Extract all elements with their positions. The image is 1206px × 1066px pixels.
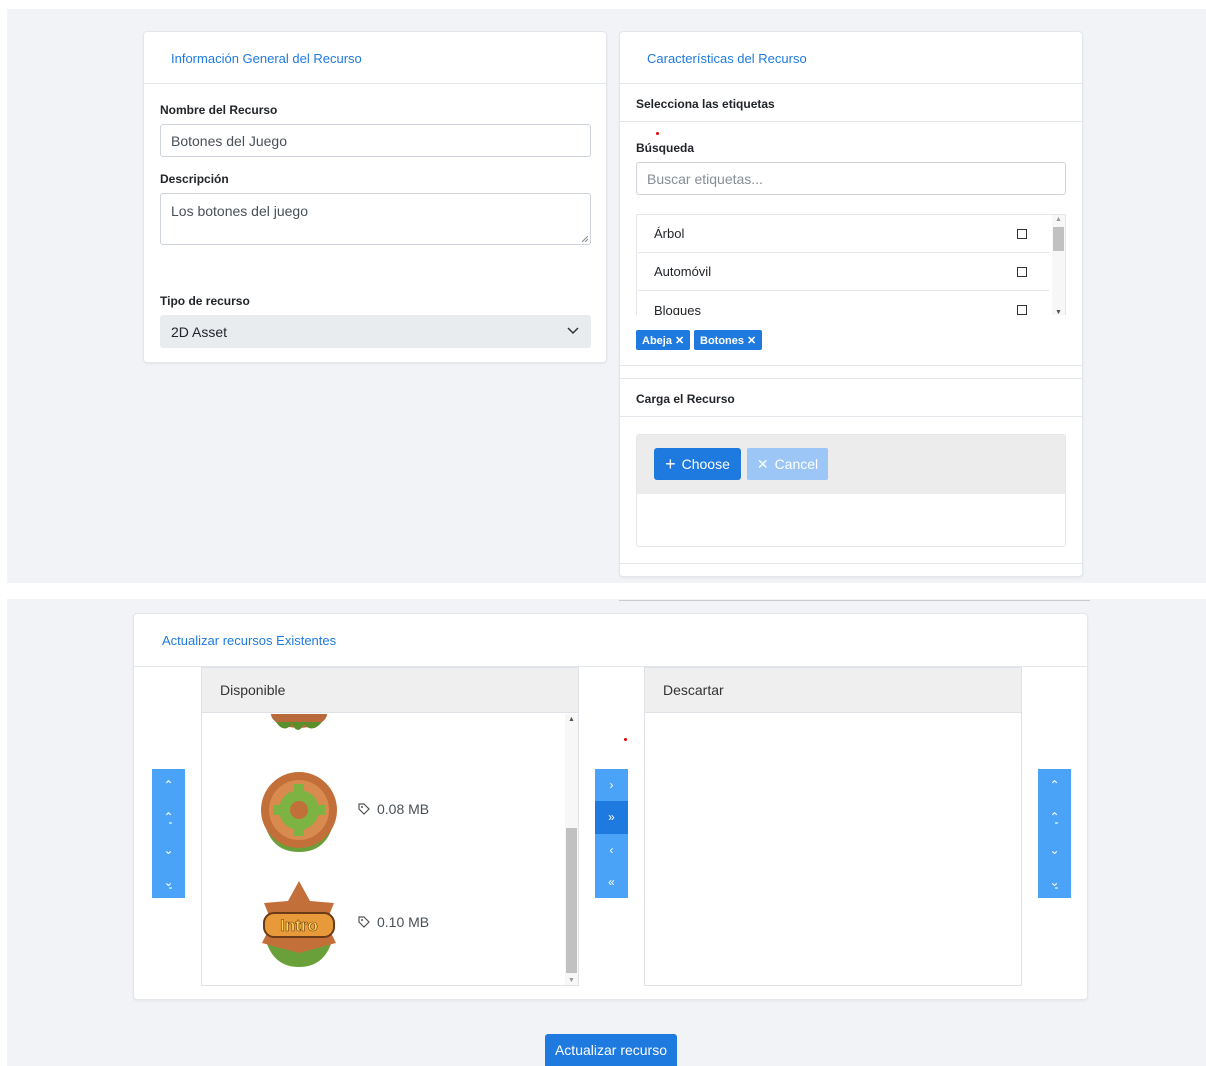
move-down-icon[interactable]: ⌄ — [152, 834, 185, 866]
scroll-up-icon[interactable]: ▲ — [568, 716, 575, 723]
scroll-thumb[interactable] — [566, 828, 577, 973]
scroll-down-icon[interactable]: ▼ — [1055, 309, 1062, 315]
move-bottom-icon[interactable]: ⌄̥ — [152, 866, 185, 898]
target-reorder-controls: ⌃ ⌃̥ ⌄ ⌄̥ — [1038, 769, 1071, 898]
tag-checkbox[interactable] — [1017, 305, 1027, 315]
transfer-controls: › » ‹ « — [595, 769, 628, 898]
divider — [144, 83, 606, 84]
item-size: 0.08 MB — [357, 801, 429, 817]
resize-handle-icon[interactable] — [582, 236, 588, 242]
update-card: Actualizar recursos Existentes ⌃ ⌃̥ ⌄ ⌄̥… — [133, 613, 1088, 1000]
tag-option-label: Bloques — [654, 302, 701, 316]
tag-list: Árbol Automóvil Bloques ▲ ▼ — [636, 214, 1066, 315]
tag-option-label: Automóvil — [654, 264, 712, 279]
tag-list-scrollbar[interactable]: ▲ ▼ — [1052, 215, 1065, 315]
tag-option[interactable]: Automóvil — [638, 253, 1049, 291]
choose-label: Choose — [681, 456, 730, 472]
cancel-label: Cancel — [774, 456, 819, 472]
move-all-left-icon[interactable]: « — [595, 866, 628, 898]
move-right-icon[interactable]: › — [595, 769, 628, 801]
discard-header: Descartar — [645, 668, 1021, 713]
divider — [620, 121, 1082, 122]
name-label: Nombre del Recurso — [160, 103, 278, 117]
available-list-scrollbar[interactable]: ▲ ▼ — [565, 714, 578, 985]
divider — [620, 416, 1082, 417]
tag-search-input[interactable]: Buscar etiquetas... — [636, 162, 1066, 195]
selected-tag-chip[interactable]: Botones ✕ — [694, 330, 763, 350]
discard-list: Descartar — [644, 667, 1022, 986]
file-upload-widget: + Choose ✕ Cancel — [636, 434, 1066, 547]
tags-panel: Selecciona las etiquetas Búsqueda Buscar… — [620, 84, 1082, 366]
required-dot — [624, 738, 627, 741]
search-label: Búsqueda — [636, 141, 695, 155]
close-icon: ✕ — [756, 455, 769, 472]
resource-type-label: Tipo de recurso — [160, 294, 250, 308]
svg-text:Intro: Intro — [280, 916, 318, 935]
source-reorder-controls: ⌃ ⌃̥ ⌄ ⌄̥ — [152, 769, 185, 898]
tag-option[interactable]: Árbol — [638, 215, 1049, 253]
tag-search-placeholder: Buscar etiquetas... — [647, 170, 763, 187]
move-top-icon[interactable]: ⌃̥ — [1038, 801, 1071, 833]
update-resource-label: Actualizar recurso — [554, 1042, 668, 1058]
scroll-thumb[interactable] — [1053, 227, 1064, 251]
resource-type-value: 2D Asset — [171, 323, 228, 340]
tag-icon — [358, 916, 370, 928]
scroll-down-icon[interactable]: ▼ — [568, 977, 575, 984]
required-dot — [656, 132, 659, 135]
list-item[interactable]: Intro 0.10 MB — [202, 877, 564, 972]
description-textarea[interactable]: Los botones del juego — [160, 193, 591, 245]
update-title: Actualizar recursos Existentes — [162, 633, 337, 648]
tag-checkbox[interactable] — [1017, 266, 1027, 277]
available-list: Disponible 0.08 MB Intro 0.10 MB ▲ ▼ — [201, 667, 579, 986]
name-input-value: Botones del Juego — [171, 132, 287, 149]
tag-option-label: Árbol — [654, 226, 685, 241]
tag-option[interactable]: Bloques — [638, 291, 1049, 315]
selected-tag-chip[interactable]: Abeja ✕ — [636, 330, 691, 350]
tags-header: Selecciona las etiquetas — [636, 97, 775, 111]
description-label: Descripción — [160, 172, 229, 186]
tag-icon — [358, 803, 370, 815]
available-header: Disponible — [202, 668, 578, 713]
cancel-button[interactable]: ✕ Cancel — [747, 448, 828, 480]
features-title: Características del Recurso — [647, 51, 807, 66]
intro-badge-icon: Intro — [262, 881, 336, 967]
divider-line — [619, 600, 1090, 601]
description-value: Los botones del juego — [171, 203, 308, 219]
item-size: 0.10 MB — [357, 914, 429, 930]
move-top-icon[interactable]: ⌃̥ — [152, 801, 185, 833]
move-all-right-icon[interactable]: » — [595, 801, 628, 834]
general-info-title: Información General del Recurso — [171, 51, 362, 66]
move-up-icon[interactable]: ⌃ — [1038, 769, 1071, 801]
scroll-up-icon[interactable]: ▲ — [1055, 216, 1062, 223]
tag-checkbox[interactable] — [1017, 228, 1027, 239]
plus-icon: + — [665, 454, 676, 474]
move-up-icon[interactable]: ⌃ — [152, 769, 185, 801]
partial-badge-icon — [271, 714, 327, 730]
choose-button[interactable]: + Choose — [654, 448, 741, 480]
move-left-icon[interactable]: ‹ — [595, 834, 628, 866]
item-size-value: 0.10 MB — [377, 914, 430, 930]
available-items: 0.08 MB Intro 0.10 MB — [202, 714, 564, 985]
features-card: Características del Recurso Selecciona l… — [619, 31, 1083, 577]
list-item[interactable]: 0.08 MB — [202, 764, 564, 859]
upload-panel: Carga el Recurso + Choose ✕ Cancel — [620, 378, 1082, 564]
resource-type-select[interactable]: 2D Asset — [160, 315, 591, 348]
name-input[interactable]: Botones del Juego — [160, 124, 591, 157]
upload-header: Carga el Recurso — [636, 392, 735, 406]
move-bottom-icon[interactable]: ⌄̥ — [1038, 866, 1071, 898]
item-size-value: 0.08 MB — [377, 801, 430, 817]
chevron-down-icon — [567, 327, 579, 335]
general-info-card: Información General del Recurso Nombre d… — [143, 31, 607, 363]
gear-badge-icon — [261, 772, 337, 852]
update-resource-button[interactable]: Actualizar recurso — [545, 1034, 677, 1066]
move-down-icon[interactable]: ⌄ — [1038, 834, 1071, 866]
